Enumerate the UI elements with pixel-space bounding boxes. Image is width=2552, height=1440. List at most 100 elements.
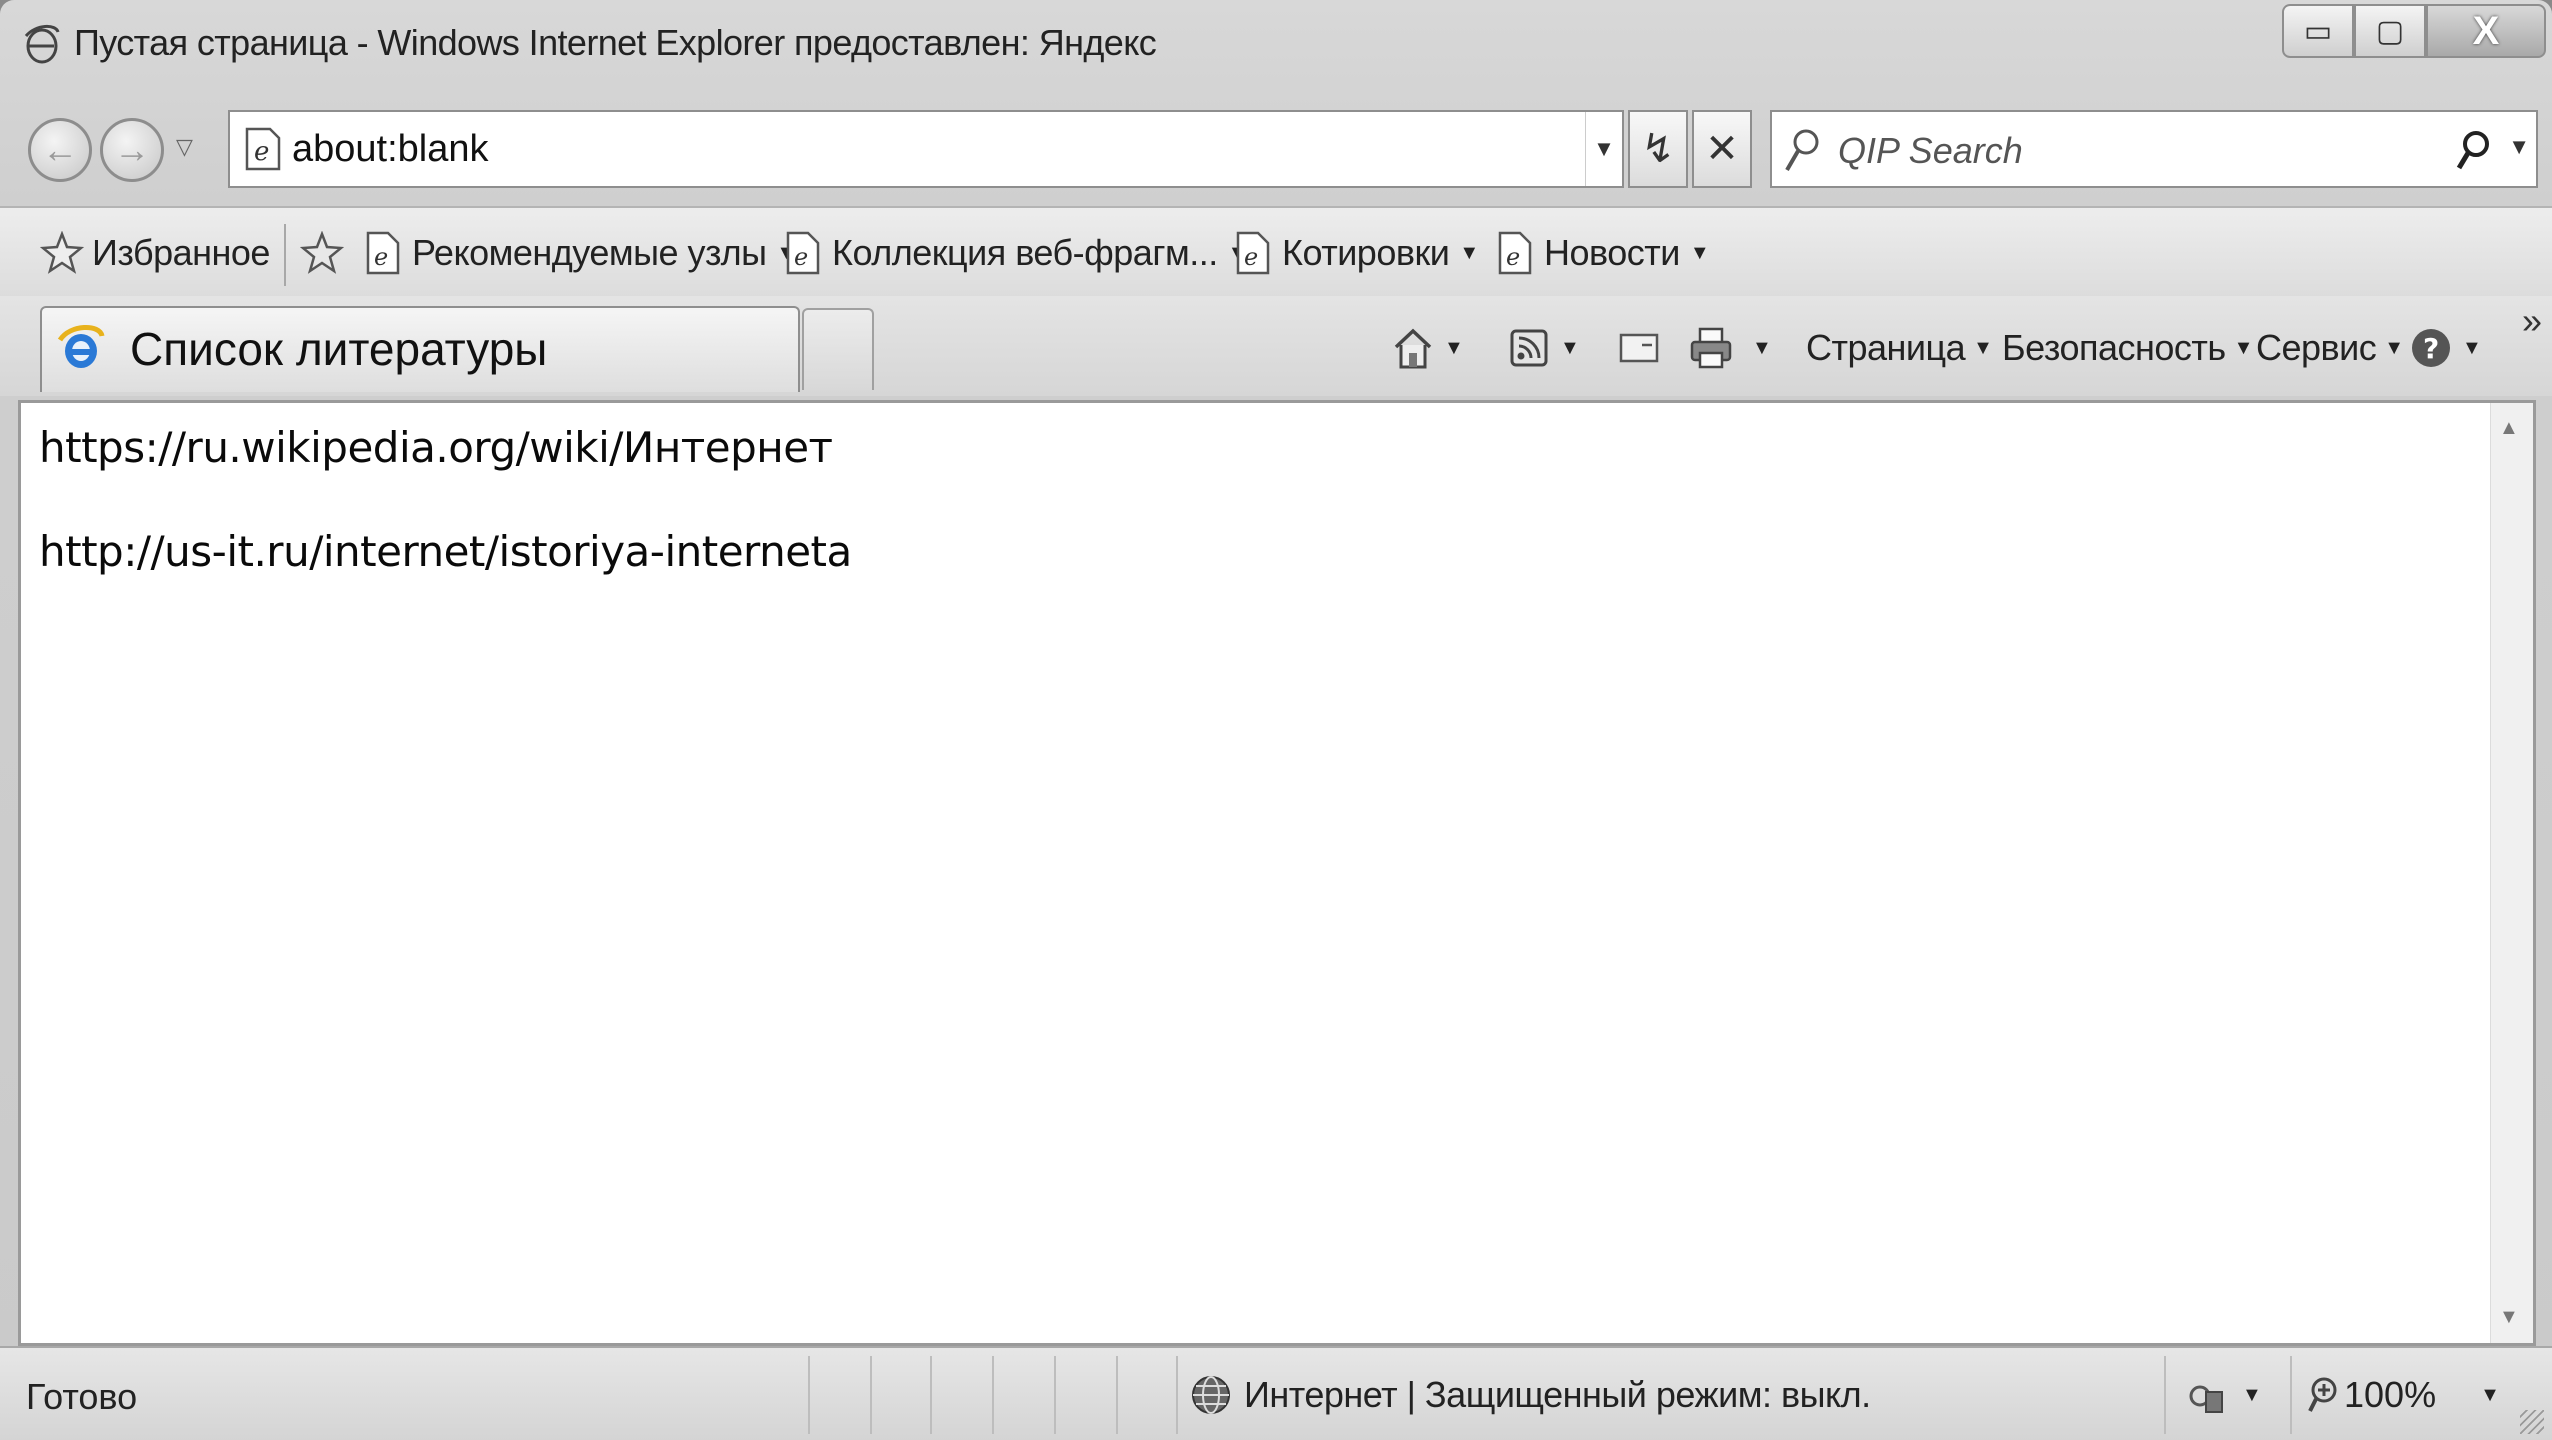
status-divider (2164, 1356, 2166, 1434)
browser-window: Пустая страница - Windows Internet Explo… (0, 0, 2552, 1440)
svg-text:e: e (1506, 243, 1520, 271)
chevron-down-icon: ▼ (2384, 336, 2404, 359)
refresh-button[interactable]: ↯ (1628, 110, 1688, 188)
chevron-down-icon: ▼ (1752, 336, 1772, 359)
chevron-down-icon: ▼ (1689, 241, 1710, 264)
fav-item-recommended-sites[interactable]: e Рекомендуемые узлы ▼ (366, 226, 796, 280)
search-icon (1785, 129, 1819, 172)
mail-icon (1619, 333, 1659, 363)
print-button[interactable]: ▼ (1688, 320, 1772, 376)
safety-menu[interactable]: Безопасность ▼ (2002, 320, 2253, 376)
fav-item-label: Рекомендуемые узлы (412, 232, 767, 273)
zoom-icon (2308, 1377, 2337, 1412)
search-box[interactable]: QIP Search ▼ (1770, 110, 2538, 188)
favorites-bar: Избранное e Рекомендуемые узлы ▼ e Колле… (0, 206, 2552, 298)
recent-pages-dropdown[interactable]: ▽ (176, 134, 193, 160)
resize-grip-icon[interactable] (2520, 1410, 2544, 1434)
page-menu-label: Страница (1806, 327, 1966, 368)
popup-blocker-button[interactable]: ▼ (2186, 1370, 2262, 1420)
ie-logo-icon (57, 325, 105, 368)
help-icon: ? (2412, 329, 2450, 367)
status-divider (992, 1356, 994, 1434)
status-divider (808, 1356, 810, 1434)
search-go-icon[interactable] (2454, 126, 2494, 176)
stop-button[interactable]: ✕ (1692, 110, 1752, 188)
back-arrow-icon: ← (42, 129, 78, 170)
search-options-dropdown[interactable]: ▼ (2508, 134, 2530, 160)
window-title: Пустая страница - Windows Internet Explo… (74, 22, 1157, 63)
fav-item-quotes[interactable]: e Котировки ▼ (1236, 226, 1479, 280)
favorites-star-icon (40, 231, 84, 274)
page-icon: e (1498, 231, 1532, 275)
chevron-down-icon: ▼ (2233, 336, 2254, 359)
reference-line: http://us-it.ru/internet/istoriya-intern… (39, 527, 852, 576)
zoom-control[interactable]: 100% ▼ (2308, 1370, 2500, 1420)
scroll-up-arrow-icon[interactable]: ▲ (2499, 417, 2519, 440)
home-button[interactable]: ▼ (1390, 320, 1464, 376)
chevron-down-icon: ▼ (2480, 1383, 2500, 1406)
close-button[interactable]: X (2426, 4, 2546, 58)
maximize-button[interactable]: ▢ (2354, 4, 2426, 58)
add-favorite-star-icon (300, 231, 344, 274)
safety-menu-label: Безопасность (2002, 327, 2226, 368)
help-menu[interactable]: ? ▼ (2408, 320, 2482, 376)
svg-text:e: e (794, 243, 808, 271)
add-to-favorites-bar-button[interactable] (300, 226, 352, 280)
scroll-down-arrow-icon[interactable]: ▼ (2499, 1306, 2519, 1329)
new-tab-button[interactable] (802, 308, 874, 390)
minimize-button[interactable]: ▭ (2282, 4, 2354, 58)
status-divider (930, 1356, 932, 1434)
chevron-down-icon: ▼ (2242, 1383, 2262, 1406)
title-bar: Пустая страница - Windows Internet Explo… (0, 0, 2552, 100)
security-zone[interactable]: Интернет | Защищенный режим: выкл. (1190, 1370, 1871, 1420)
address-input[interactable]: about:blank (292, 128, 489, 171)
page-content-frame: https://ru.wikipedia.org/wiki/Интернет h… (18, 400, 2536, 1346)
tab-command-row: Список литературы ▼ ▼ ▼ Страница ▼ Безоп… (0, 296, 2552, 396)
favorites-separator (284, 224, 286, 286)
window-controls: ▭ ▢ X (2282, 4, 2546, 58)
reference-line: https://ru.wikipedia.org/wiki/Интернет (39, 423, 833, 472)
fav-item-label: Котировки (1282, 232, 1450, 273)
zoom-level: 100% (2344, 1374, 2437, 1415)
page-content: https://ru.wikipedia.org/wiki/Интернет h… (21, 403, 2491, 1343)
chevron-down-icon: ▼ (1560, 336, 1580, 359)
tab-active[interactable]: Список литературы (40, 306, 800, 392)
fav-item-web-slice-gallery[interactable]: e Коллекция веб-фрагм... ▼ (786, 226, 1248, 280)
status-divider (1116, 1356, 1118, 1434)
fav-item-news[interactable]: e Новости ▼ (1498, 226, 1710, 280)
back-button[interactable]: ← (28, 118, 92, 182)
status-divider (2290, 1356, 2292, 1434)
printer-icon (1690, 327, 1732, 369)
tools-menu[interactable]: Сервис ▼ (2256, 320, 2404, 376)
ie-logo-icon (24, 25, 60, 64)
more-commands-button[interactable]: » (2522, 300, 2542, 342)
favorites-button[interactable]: Избранное (40, 226, 270, 280)
page-icon: e (245, 127, 281, 171)
page-icon: e (366, 231, 400, 275)
vertical-scrollbar[interactable]: ▲ ▼ (2490, 403, 2533, 1343)
chevron-down-icon: ▼ (2462, 336, 2482, 359)
page-menu[interactable]: Страница ▼ (1806, 320, 1993, 376)
status-divider (1054, 1356, 1056, 1434)
chevron-down-icon: ▼ (1444, 336, 1464, 359)
globe-icon (1192, 1376, 1230, 1414)
page-icon: e (1236, 231, 1270, 275)
favorites-label: Избранное (92, 232, 270, 273)
status-text: Готово (26, 1376, 138, 1417)
svg-text:?: ? (2423, 332, 2439, 365)
status-divider (1176, 1356, 1178, 1434)
svg-text:e: e (254, 137, 269, 167)
search-input[interactable]: QIP Search (1838, 130, 2023, 172)
forward-button[interactable]: → (100, 118, 164, 182)
feeds-button[interactable]: ▼ (1506, 320, 1580, 376)
address-bar[interactable]: e about:blank ▼ (228, 110, 1624, 188)
rss-feed-icon (1510, 329, 1548, 367)
status-divider (870, 1356, 872, 1434)
chevron-down-icon: ▼ (1973, 336, 1993, 359)
navigation-bar: ← → ▽ e about:blank ▼ ↯ ✕ QIP Search ▼ (0, 100, 2552, 200)
svg-text:e: e (1244, 243, 1258, 271)
read-mail-button[interactable] (1616, 320, 1662, 376)
address-dropdown-icon[interactable]: ▼ (1585, 112, 1622, 186)
page-icon: e (786, 231, 820, 275)
chevron-down-icon: ▼ (1459, 241, 1479, 264)
